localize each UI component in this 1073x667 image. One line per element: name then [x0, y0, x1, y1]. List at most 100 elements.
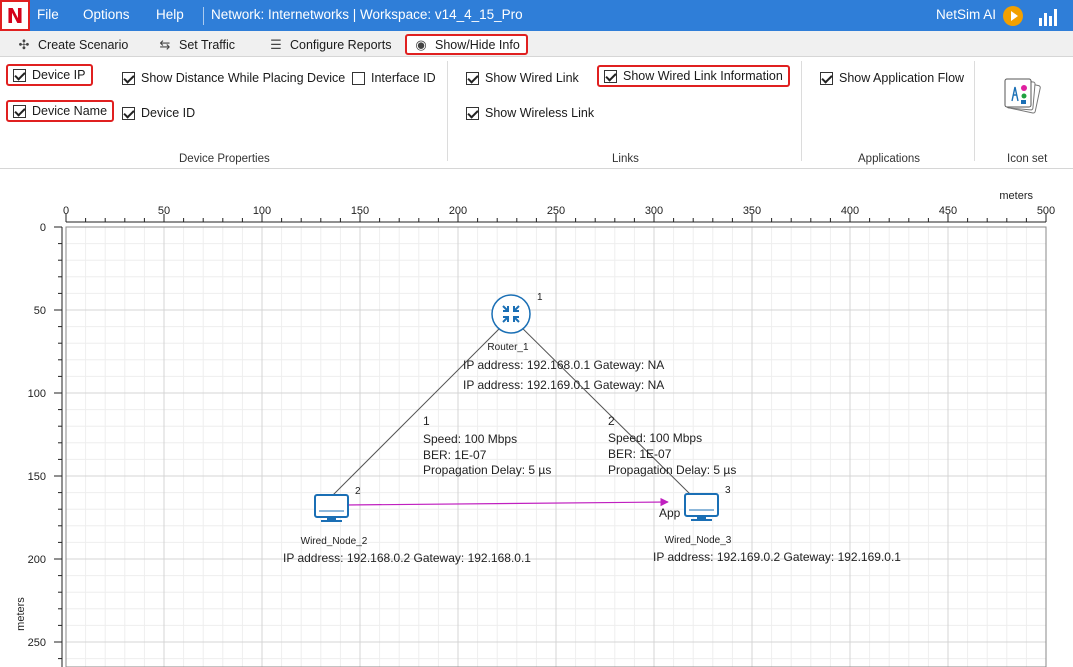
group-separator — [447, 61, 448, 161]
menu-options[interactable]: Options — [83, 7, 130, 22]
group-separator — [974, 61, 975, 161]
checkbox-label: Show Distance While Placing Device — [141, 71, 346, 85]
x-ruler-label: 200 — [449, 205, 467, 217]
x-ruler-label: 0 — [63, 205, 69, 217]
application-flow-arrow[interactable] — [344, 497, 669, 507]
window-title: Network: Internetworks | Workspace: v14_… — [211, 7, 523, 22]
group-label-applications: Applications — [858, 153, 921, 165]
show-wired-link-checkbox[interactable]: Show Wired Link — [466, 71, 579, 85]
menu-help[interactable]: Help — [156, 7, 184, 22]
menu-separator — [203, 7, 204, 25]
checkbox-label: Show Wireless Link — [485, 106, 595, 120]
checkbox-box[interactable] — [13, 104, 26, 118]
device-ip-checkbox[interactable]: Device IP — [6, 64, 93, 86]
show-application-flow-checkbox[interactable]: Show Application Flow — [820, 71, 964, 85]
link-1-speed: Speed: 100 Mbps — [423, 432, 517, 446]
checkbox-box[interactable] — [820, 71, 833, 85]
tab-label: Create Scenario — [38, 37, 129, 52]
link-2-speed: Speed: 100 Mbps — [608, 431, 702, 445]
x-ruler-label: 350 — [743, 205, 761, 217]
link-2-delay: Propagation Delay: 5 µs — [608, 463, 736, 477]
x-ruler-label: 250 — [547, 205, 565, 217]
checkbox-box[interactable] — [604, 69, 617, 83]
router-name: Router_1 — [487, 342, 529, 353]
checkbox-box[interactable] — [352, 71, 365, 85]
results-dashboard-icon[interactable] — [1038, 6, 1060, 26]
grid-svg: 0 50 100 150 200 250 300 350 400 450 500 0 50 100 150… — [15, 190, 1055, 667]
show-wired-link-info-checkbox[interactable]: Show Wired Link Information — [597, 65, 790, 87]
node-2-name: Wired_Node_2 — [301, 536, 368, 547]
netsim-ai-button[interactable]: NetSim AI — [936, 7, 996, 22]
create-scenario-icon: ✣ — [18, 36, 30, 52]
checkbox-label: Show Application Flow — [839, 71, 965, 85]
checkbox-label: Device Name — [32, 104, 108, 118]
set-traffic-icon: ⇆ — [159, 36, 171, 52]
logo-letter: N — [6, 3, 24, 28]
checkbox-label: Device IP — [32, 68, 86, 82]
wired-node-3[interactable] — [684, 493, 719, 521]
checkbox-label: Device ID — [141, 106, 196, 120]
computer-icon — [314, 494, 349, 518]
tab-set-traffic[interactable]: ⇆ Set Traffic — [157, 34, 236, 55]
device-id-checkbox[interactable]: Device ID — [122, 106, 195, 120]
x-ruler-label: 50 — [158, 205, 170, 217]
checkbox-box[interactable] — [122, 106, 135, 120]
checkbox-box[interactable] — [466, 71, 479, 85]
show-hide-info-icon: ◉ — [415, 36, 427, 52]
device-name-checkbox[interactable]: Device Name — [6, 100, 115, 122]
link-1-delay: Propagation Delay: 5 µs — [423, 463, 551, 477]
router-id: 1 — [537, 292, 543, 303]
link-1-id: 1 — [423, 414, 430, 428]
show-wireless-link-checkbox[interactable]: Show Wireless Link — [466, 106, 594, 120]
run-simulation-icon[interactable] — [1003, 6, 1023, 26]
node-2-ip: IP address: 192.168.0.2 Gateway: 192.168… — [283, 551, 531, 565]
node-3-name: Wired_Node_3 — [665, 535, 732, 546]
wired-node-2[interactable] — [314, 494, 349, 522]
x-ruler-label: 500 — [1037, 205, 1055, 217]
tab-configure-reports[interactable]: ☰ Configure Reports — [268, 34, 391, 55]
x-ruler-label: 400 — [841, 205, 859, 217]
y-ruler-label: 250 — [28, 637, 46, 649]
group-label-device-properties: Device Properties — [179, 153, 270, 165]
show-distance-checkbox[interactable]: Show Distance While Placing Device — [122, 71, 345, 85]
group-separator — [801, 61, 802, 161]
netsim-logo[interactable]: N — [0, 0, 30, 31]
node-3-ip: IP address: 192.169.0.2 Gateway: 192.169… — [653, 550, 901, 564]
menu-bar: N File Options Help Network: Internetwor… — [0, 0, 1073, 31]
y-ruler-label: 150 — [28, 471, 46, 483]
group-label-links: Links — [612, 153, 639, 165]
netsim-window: N File Options Help Network: Internetwor… — [0, 0, 1073, 667]
ribbon-panel: Device IP Device Name Show Distance Whil… — [0, 57, 1073, 169]
y-ruler-label: 100 — [28, 388, 46, 400]
checkbox-label: Interface ID — [371, 71, 436, 85]
router-icon — [491, 294, 531, 334]
ribbon-tabs: ✣ Create Scenario ⇆ Set Traffic ☰ Config… — [0, 31, 1073, 57]
router-1[interactable] — [491, 294, 531, 334]
menu-file[interactable]: File — [37, 7, 59, 22]
x-unit-label: meters — [999, 190, 1033, 202]
y-unit-label: meters — [15, 597, 27, 631]
router-ip-2: IP address: 192.169.0.1 Gateway: NA — [463, 378, 664, 392]
network-canvas[interactable]: 0 50 100 150 200 250 300 350 400 450 500 0 50 100 150… — [0, 170, 1073, 667]
node-2-id: 2 — [355, 486, 361, 497]
tab-label: Configure Reports — [290, 37, 392, 52]
link-2-ber: BER: 1E-07 — [608, 447, 672, 461]
node-3-id: 3 — [725, 485, 731, 496]
link-1-ber: BER: 1E-07 — [423, 448, 487, 462]
link-2-id: 2 — [608, 414, 615, 428]
icon-set-icon[interactable] — [1003, 77, 1043, 115]
y-ruler-label: 0 — [40, 222, 46, 234]
tab-label: Set Traffic — [179, 37, 236, 52]
checkbox-box[interactable] — [122, 71, 135, 85]
x-ruler-label: 450 — [939, 205, 957, 217]
group-label-icon-set: Icon set — [1007, 153, 1048, 165]
tab-create-scenario[interactable]: ✣ Create Scenario — [16, 34, 129, 55]
checkbox-box[interactable] — [13, 68, 26, 82]
tab-show-hide-info[interactable]: ◉ Show/Hide Info — [405, 34, 528, 55]
checkbox-box[interactable] — [466, 106, 479, 120]
checkbox-label: Show Wired Link — [485, 71, 579, 85]
interface-id-checkbox[interactable]: Interface ID — [352, 71, 436, 85]
y-ruler-label: 50 — [34, 305, 46, 317]
tab-label: Show/Hide Info — [435, 37, 520, 52]
x-ruler-label: 150 — [351, 205, 369, 217]
